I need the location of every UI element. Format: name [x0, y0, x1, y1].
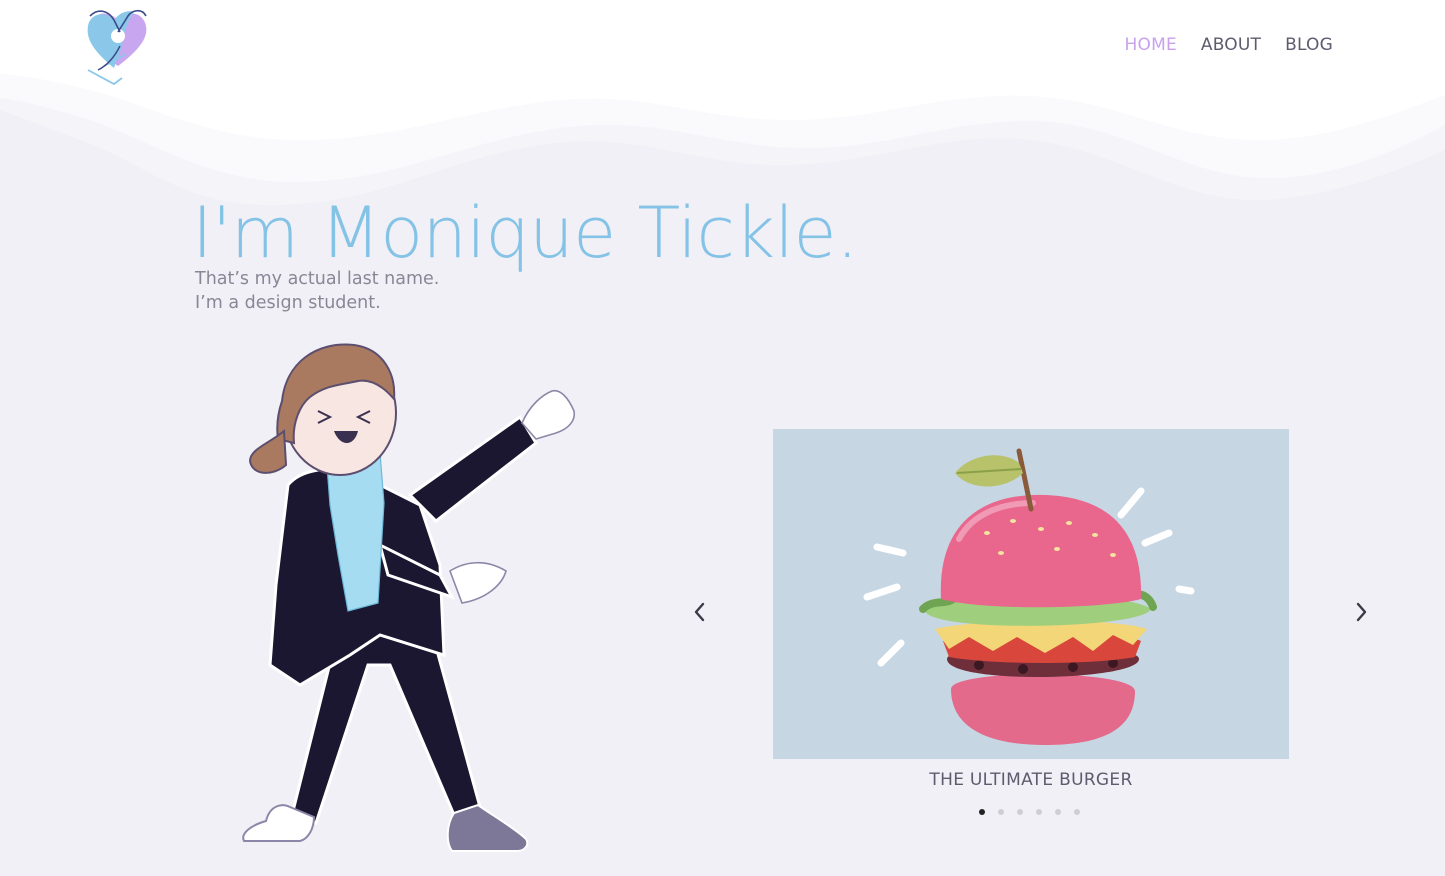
hero-subtitle: That’s my actual last name. I’m a design… [195, 267, 439, 315]
nav-home-link[interactable]: HOME [1125, 35, 1177, 55]
carousel-slide-image[interactable] [773, 429, 1289, 759]
hero-subtitle-line-1: That’s my actual last name. [195, 269, 440, 289]
hero-title: I'm Monique Tickle. [192, 192, 858, 274]
carousel-dot-2[interactable] [998, 809, 1004, 815]
carousel-dot-1[interactable] [979, 809, 985, 815]
hero-subtitle-line-2: I’m a design student. [195, 293, 381, 313]
nav-blog-link[interactable]: BLOG [1285, 35, 1333, 55]
site-logo[interactable] [84, 6, 154, 86]
carousel-next-button[interactable] [1347, 598, 1375, 626]
chevron-right-icon [1356, 602, 1367, 622]
carousel-dot-6[interactable] [1074, 809, 1080, 815]
carousel-pagination [979, 809, 1080, 815]
carousel-dot-4[interactable] [1036, 809, 1042, 815]
carousel-dot-3[interactable] [1017, 809, 1023, 815]
main-nav: HOME ABOUT BLOG [1125, 35, 1333, 55]
carousel-caption: THE ULTIMATE BURGER [929, 770, 1133, 790]
burger-illustration [773, 429, 1289, 759]
carousel-dot-5[interactable] [1055, 809, 1061, 815]
chevron-left-icon [694, 602, 705, 622]
nav-about-link[interactable]: ABOUT [1201, 35, 1261, 55]
carousel-prev-button[interactable] [686, 598, 714, 626]
character-illustration [242, 343, 576, 852]
